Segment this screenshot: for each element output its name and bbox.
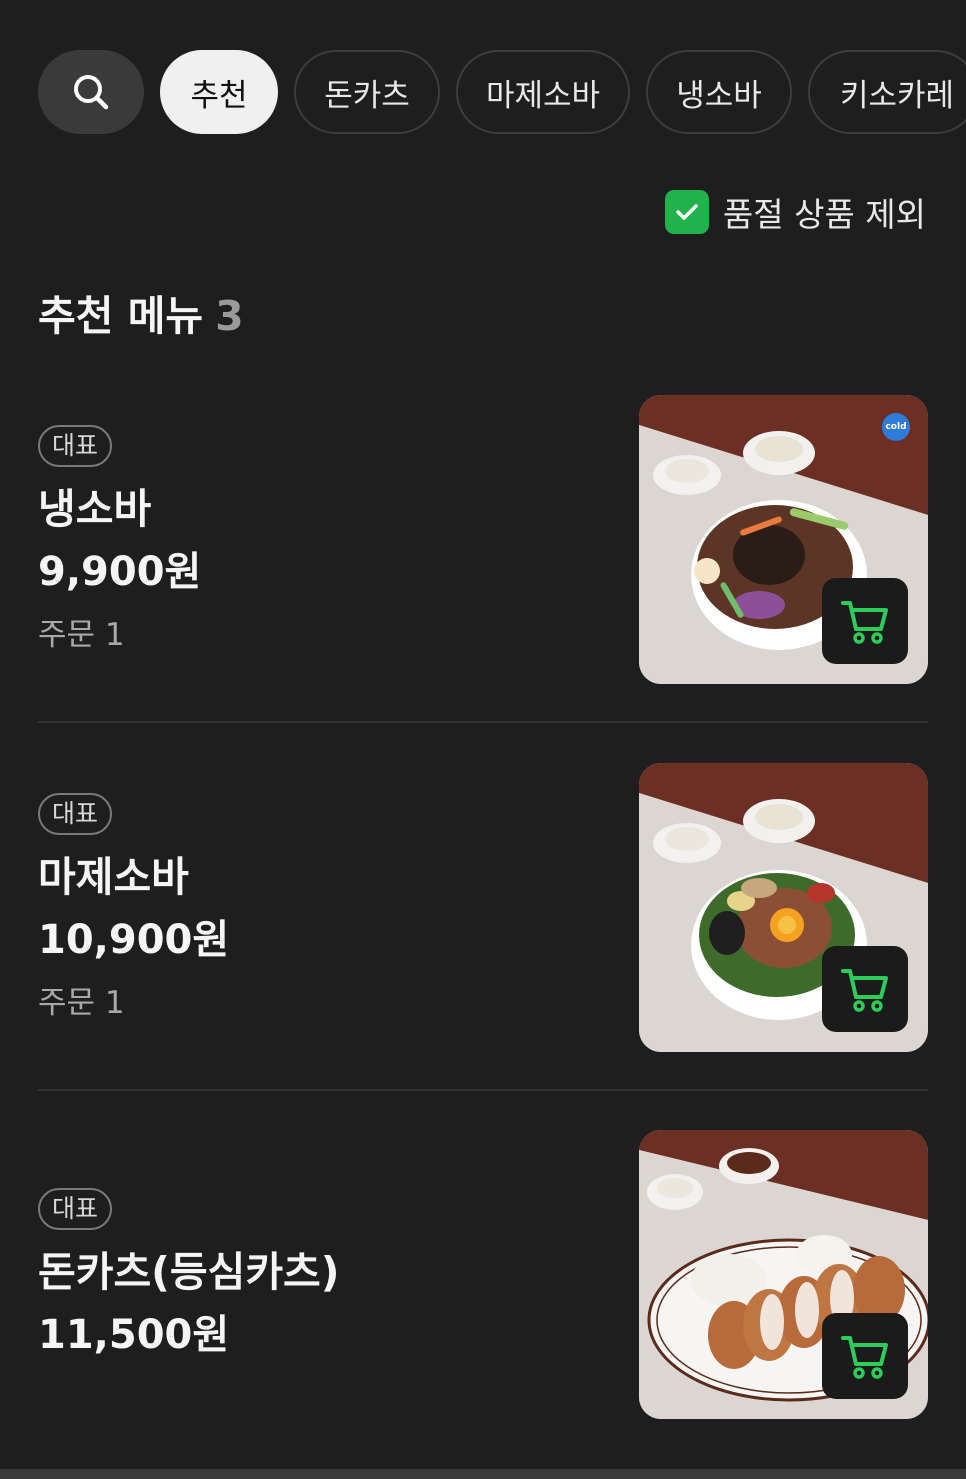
item-divider	[38, 1089, 928, 1091]
add-to-cart-button[interactable]	[822, 1313, 908, 1399]
cold-badge: cold	[882, 413, 910, 441]
item-divider	[38, 721, 928, 723]
search-icon	[74, 75, 109, 110]
menu-item[interactable]: 대표 돈카츠(등심카츠) 11,500원	[38, 1130, 928, 1419]
exclude-soldout-label: 품절 상품 제외	[722, 195, 926, 234]
cart-icon	[841, 1336, 888, 1379]
menu-item-image[interactable]	[639, 763, 928, 1052]
tab-donkatsu[interactable]: 돈카츠	[294, 50, 440, 134]
section-count: 3	[215, 292, 244, 340]
menu-item-image[interactable]	[639, 1130, 928, 1419]
signature-badge: 대표	[38, 425, 113, 467]
tab-mazesoba[interactable]: 마제소바	[456, 50, 630, 134]
signature-badge: 대표	[38, 793, 113, 835]
search-button[interactable]	[38, 50, 144, 134]
menu-item[interactable]: 대표 마제소바 10,900원 주문 1	[38, 763, 928, 1052]
section-title: 추천 메뉴 3	[38, 282, 244, 342]
check-icon	[676, 204, 698, 220]
menu-page: 추천 돈카츠 마제소바 냉소바 키소카레 품절 상품 제외 추천 메뉴 3 대표 …	[0, 0, 966, 1479]
category-tabs: 추천 돈카츠 마제소바 냉소바 키소카레	[38, 50, 966, 134]
cart-icon	[841, 601, 888, 644]
tab-kisocurry[interactable]: 키소카레	[808, 50, 966, 134]
tab-naengsoba[interactable]: 냉소바	[646, 50, 792, 134]
exclude-soldout-toggle[interactable]: 품절 상품 제외	[664, 188, 926, 236]
cart-icon	[841, 969, 888, 1012]
menu-item-image[interactable]: cold	[639, 395, 928, 684]
menu-item[interactable]: 대표 냉소바 9,900원 주문 1 cold	[38, 395, 928, 684]
signature-badge: 대표	[38, 1188, 113, 1230]
bottom-edge	[0, 1469, 966, 1479]
add-to-cart-button[interactable]	[822, 578, 908, 664]
exclude-soldout-checkbox[interactable]	[664, 190, 709, 234]
add-to-cart-button[interactable]	[822, 946, 908, 1032]
section-title-text: 추천 메뉴	[38, 292, 204, 340]
tab-recommended[interactable]: 추천	[160, 50, 278, 134]
